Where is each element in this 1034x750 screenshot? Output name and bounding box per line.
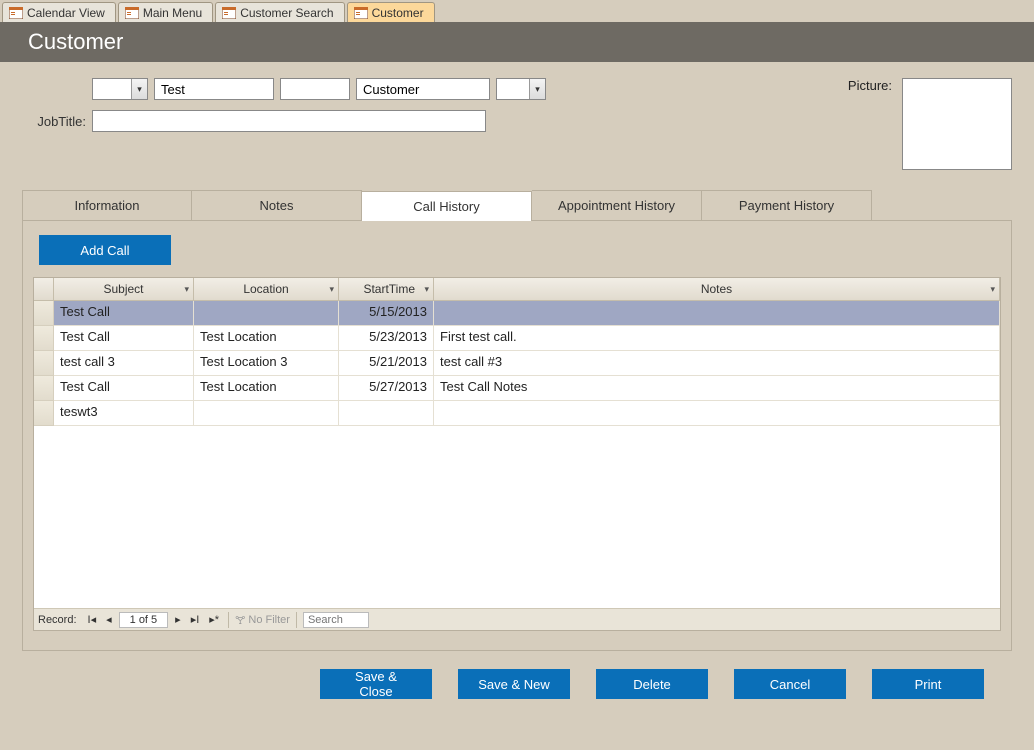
col-header-subject[interactable]: Subject ▾ bbox=[54, 278, 194, 300]
cell-start[interactable]: 5/27/2013 bbox=[339, 376, 434, 401]
calls-grid: Subject ▾ Location ▾ StartTime ▾ Notes ▾… bbox=[33, 277, 1001, 631]
form-icon bbox=[125, 7, 139, 19]
cell-subject[interactable]: test call 3 bbox=[54, 351, 194, 376]
doc-tab-customer-search[interactable]: Customer Search bbox=[215, 2, 344, 22]
record-navigator: Record: I◂ ◂ 1 of 5 ▸ ▸I ▸* 🝖 No Filter bbox=[34, 608, 1000, 630]
page-header: Customer bbox=[0, 22, 1034, 62]
cell-location[interactable]: Test Location bbox=[194, 376, 339, 401]
col-header-notes[interactable]: Notes ▾ bbox=[434, 278, 1000, 300]
cell-location[interactable]: Test Location 3 bbox=[194, 351, 339, 376]
cell-notes[interactable]: test call #3 bbox=[434, 351, 1000, 376]
save-close-button[interactable]: Save & Close bbox=[320, 669, 432, 699]
record-counter: 1 of 5 bbox=[119, 612, 169, 628]
cell-notes[interactable]: First test call. bbox=[434, 326, 1000, 351]
nav-next-button[interactable]: ▸ bbox=[172, 613, 184, 626]
print-button[interactable]: Print bbox=[872, 669, 984, 699]
table-row[interactable]: Test CallTest Location5/23/2013First tes… bbox=[34, 326, 1000, 351]
cell-subject[interactable]: teswt3 bbox=[54, 401, 194, 426]
row-selector[interactable] bbox=[34, 326, 54, 351]
chevron-down-icon[interactable] bbox=[131, 79, 147, 99]
filter-icon: 🝖 bbox=[235, 609, 245, 631]
picture-label: Picture: bbox=[848, 78, 892, 93]
table-row[interactable]: teswt3 bbox=[34, 401, 1000, 426]
cancel-button[interactable]: Cancel bbox=[734, 669, 846, 699]
chevron-down-icon[interactable]: ▾ bbox=[329, 284, 334, 295]
nav-last-button[interactable]: ▸I bbox=[188, 613, 203, 626]
grid-body[interactable]: Test Call5/15/2013Test CallTest Location… bbox=[34, 301, 1000, 608]
tab-call-history[interactable]: Call History bbox=[362, 191, 532, 221]
table-row[interactable]: test call 3Test Location 35/21/2013test … bbox=[34, 351, 1000, 376]
cell-location[interactable]: Test Location bbox=[194, 326, 339, 351]
customer-form: JobTitle: Picture: bbox=[22, 78, 1012, 170]
cell-start[interactable]: 5/21/2013 bbox=[339, 351, 434, 376]
table-row[interactable]: Test CallTest Location5/27/2013Test Call… bbox=[34, 376, 1000, 401]
first-name-field[interactable] bbox=[154, 78, 274, 100]
cell-notes[interactable] bbox=[434, 401, 1000, 426]
record-label: Record: bbox=[38, 614, 77, 626]
form-icon bbox=[354, 7, 368, 19]
page-title: Customer bbox=[28, 29, 123, 55]
cell-start[interactable] bbox=[339, 401, 434, 426]
nav-new-button[interactable]: ▸* bbox=[206, 613, 222, 626]
chevron-down-icon[interactable]: ▾ bbox=[184, 284, 189, 295]
tab-information[interactable]: Information bbox=[22, 190, 192, 220]
cell-subject[interactable]: Test Call bbox=[54, 376, 194, 401]
row-selector[interactable] bbox=[34, 351, 54, 376]
no-filter-indicator: 🝖 No Filter bbox=[235, 609, 290, 631]
doc-tab-label: Main Menu bbox=[143, 6, 202, 20]
save-new-button[interactable]: Save & New bbox=[458, 669, 570, 699]
subtab-strip: Information Notes Call History Appointme… bbox=[22, 190, 1012, 221]
suffix-combo[interactable] bbox=[496, 78, 546, 100]
form-icon bbox=[222, 7, 236, 19]
col-header-starttime[interactable]: StartTime ▾ bbox=[339, 278, 434, 300]
nav-prev-button[interactable]: ◂ bbox=[103, 613, 115, 626]
document-tab-strip: Calendar View Main Menu Customer Search … bbox=[0, 0, 1034, 22]
grid-header: Subject ▾ Location ▾ StartTime ▾ Notes ▾ bbox=[34, 278, 1000, 301]
call-history-panel: Add Call Subject ▾ Location ▾ StartTime … bbox=[22, 221, 1012, 651]
row-selector[interactable] bbox=[34, 401, 54, 426]
row-selector-header[interactable] bbox=[34, 278, 54, 300]
tab-notes[interactable]: Notes bbox=[192, 190, 362, 220]
bottom-action-bar: Save & Close Save & New Delete Cancel Pr… bbox=[22, 651, 1012, 699]
chevron-down-icon[interactable]: ▾ bbox=[424, 284, 429, 295]
col-header-location[interactable]: Location ▾ bbox=[194, 278, 339, 300]
table-row[interactable]: Test Call 5/15/2013 bbox=[34, 301, 1000, 326]
doc-tab-label: Customer Search bbox=[240, 6, 333, 20]
middle-name-field[interactable] bbox=[280, 78, 350, 100]
record-search-input[interactable] bbox=[303, 612, 369, 628]
chevron-down-icon[interactable] bbox=[529, 79, 545, 99]
chevron-down-icon[interactable]: ▾ bbox=[990, 284, 995, 295]
tab-payment-history[interactable]: Payment History bbox=[702, 190, 872, 220]
doc-tab-customer[interactable]: Customer bbox=[347, 2, 435, 22]
doc-tab-calendar-view[interactable]: Calendar View bbox=[2, 2, 116, 22]
tab-appointment-history[interactable]: Appointment History bbox=[532, 190, 702, 220]
jobtitle-label: JobTitle: bbox=[22, 114, 86, 129]
delete-button[interactable]: Delete bbox=[596, 669, 708, 699]
cell-start[interactable]: 5/23/2013 bbox=[339, 326, 434, 351]
doc-tab-label: Calendar View bbox=[27, 6, 105, 20]
cell-start[interactable]: 5/15/2013 bbox=[339, 301, 434, 326]
cell-subject[interactable]: Test Call bbox=[54, 301, 194, 326]
row-selector[interactable] bbox=[34, 301, 54, 326]
cell-notes[interactable] bbox=[434, 301, 1000, 326]
nav-first-button[interactable]: I◂ bbox=[85, 613, 100, 626]
doc-tab-label: Customer bbox=[372, 6, 424, 20]
row-selector[interactable] bbox=[34, 376, 54, 401]
last-name-field[interactable] bbox=[356, 78, 490, 100]
add-call-button[interactable]: Add Call bbox=[39, 235, 171, 265]
prefix-combo[interactable] bbox=[92, 78, 148, 100]
cell-notes[interactable]: Test Call Notes bbox=[434, 376, 1000, 401]
form-icon bbox=[9, 7, 23, 19]
jobtitle-field[interactable] bbox=[92, 110, 486, 132]
cell-subject[interactable]: Test Call bbox=[54, 326, 194, 351]
doc-tab-main-menu[interactable]: Main Menu bbox=[118, 2, 213, 22]
picture-box[interactable] bbox=[902, 78, 1012, 170]
cell-location[interactable] bbox=[194, 301, 339, 326]
cell-location[interactable] bbox=[194, 401, 339, 426]
